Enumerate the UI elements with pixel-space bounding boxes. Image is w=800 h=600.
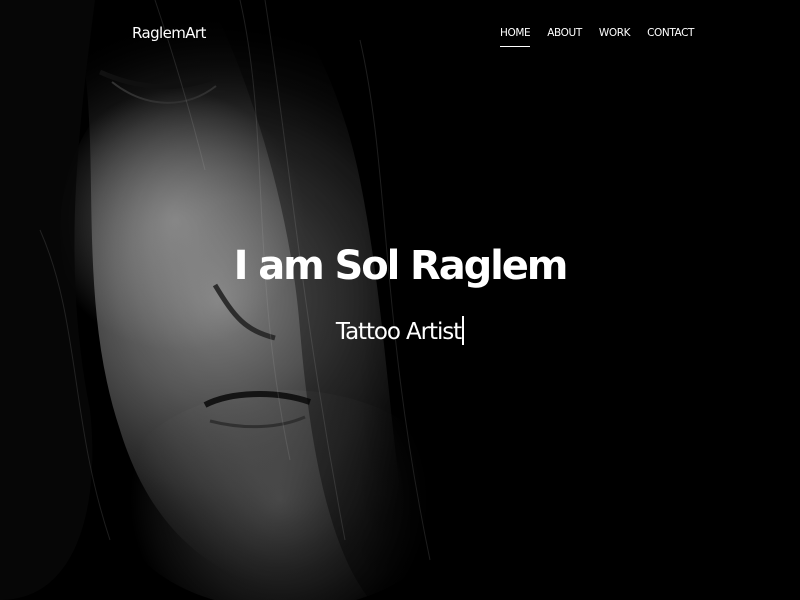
hero-subtitle-row: Tattoo Artist: [0, 316, 800, 347]
nav-home-link[interactable]: HOME: [500, 27, 531, 47]
nav-work-link[interactable]: WORK: [599, 27, 631, 39]
typing-cursor: [462, 316, 465, 345]
nav-menu: HOME ABOUT WORK CONTACT: [500, 27, 711, 47]
brand-logo[interactable]: RaglemArt: [132, 24, 206, 42]
top-navigation: RaglemArt HOME ABOUT WORK CONTACT: [0, 0, 800, 70]
hero-subtitle: Tattoo Artist: [335, 319, 462, 345]
hero-title: I am Sol Raglem: [233, 243, 569, 289]
hero-content: I am Sol Raglem Tattoo Artist: [0, 236, 800, 347]
nav-contact-link[interactable]: CONTACT: [647, 27, 694, 39]
nav-about-link[interactable]: ABOUT: [547, 27, 582, 39]
hero-section: RaglemArt HOME ABOUT WORK CONTACT I am S…: [0, 0, 800, 600]
